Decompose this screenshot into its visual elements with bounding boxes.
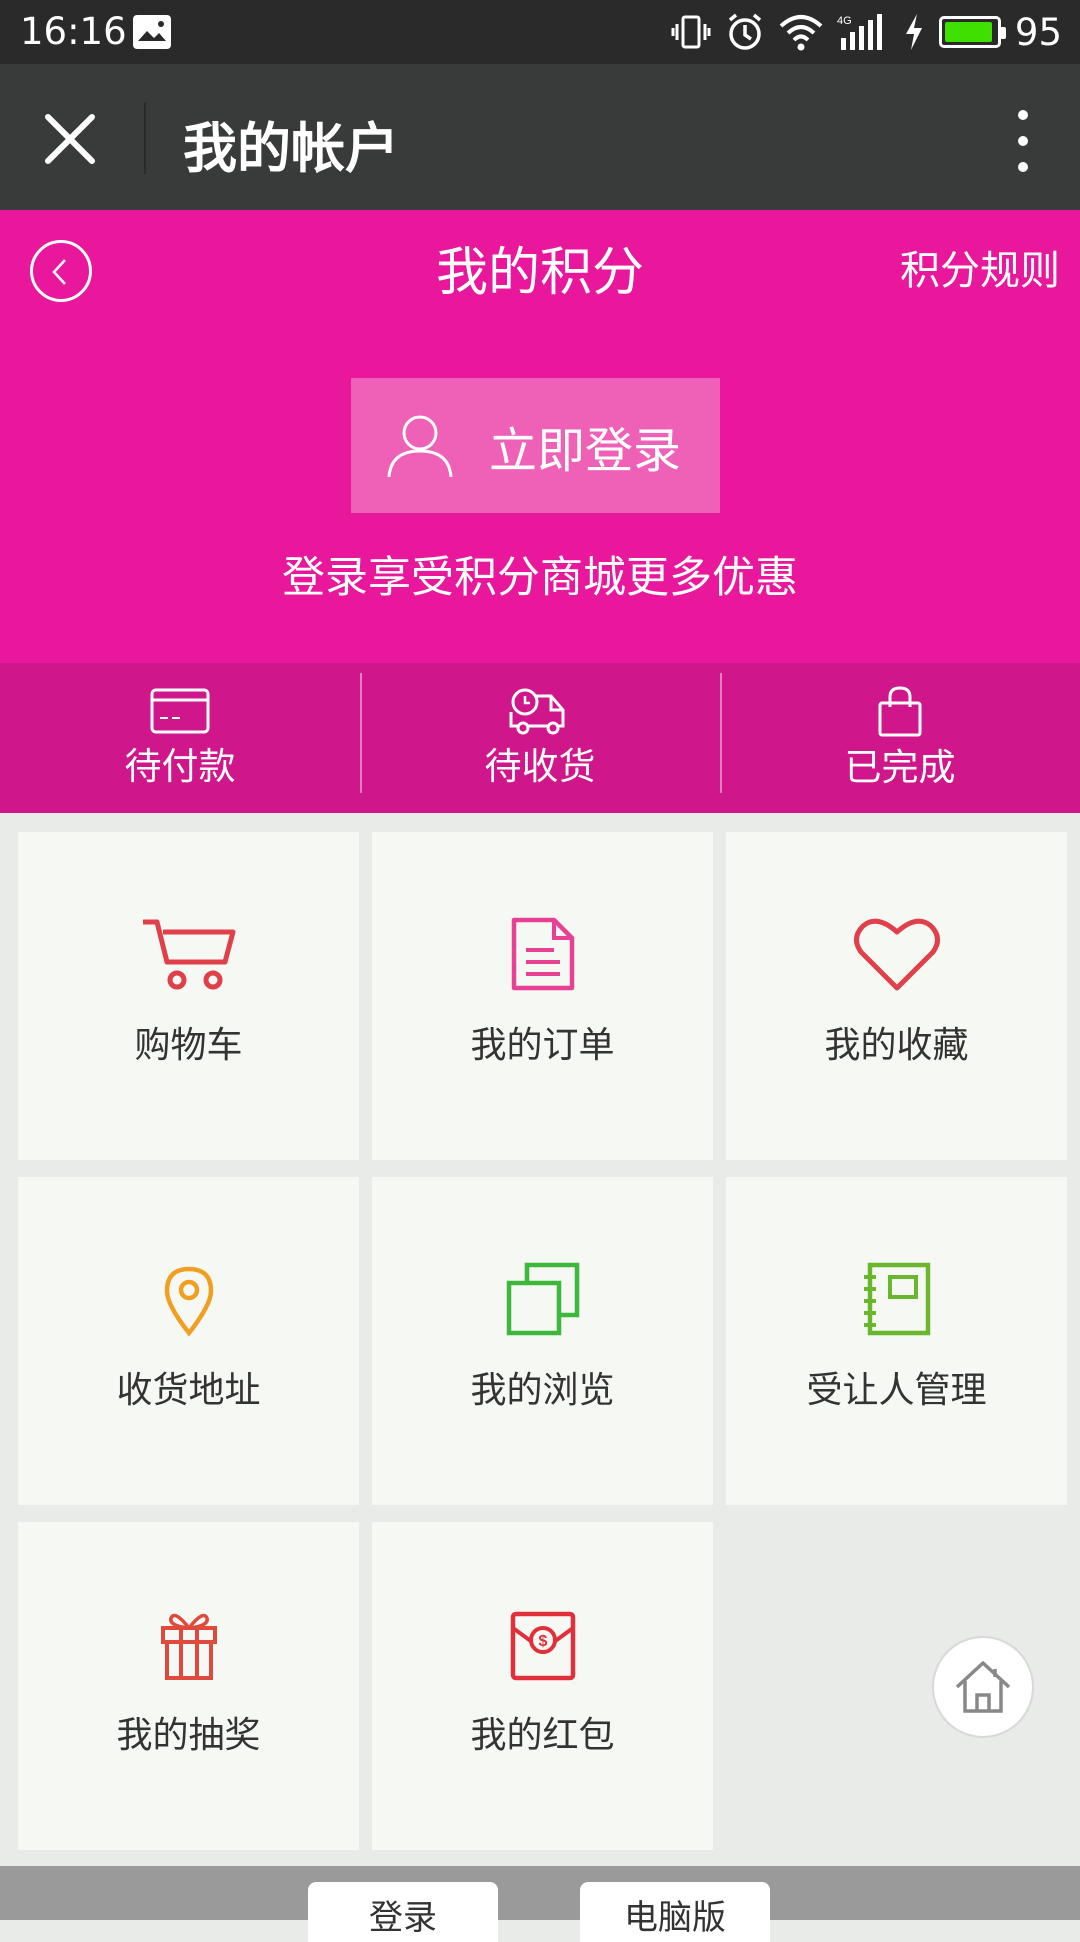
order-status-pending-payment[interactable]: 待付款 [0,663,360,813]
menu-label: 我的浏览 [470,1370,615,1411]
footer-bar: 登录 电脑版 [0,1866,1080,1942]
charging-icon [905,14,922,50]
menu-assignee-management[interactable]: 受让人管理 [726,1177,1067,1505]
menu-shipping-address[interactable]: 收货地址 [18,1177,359,1505]
menu-browse-history[interactable]: 我的浏览 [372,1177,713,1505]
cart-icon [142,919,235,990]
signal-icon: 4G [837,14,882,50]
home-button[interactable] [932,1636,1034,1738]
order-document-icon [511,917,574,991]
menu-lottery[interactable]: 我的抽奖 [18,1522,359,1850]
svg-text:$: $ [538,1633,547,1650]
order-status-label: 已完成 [844,746,956,789]
user-icon [387,415,453,477]
home-icon [955,1661,1011,1713]
alarm-icon [728,13,762,50]
order-status-pending-delivery[interactable]: 待收货 [360,663,720,813]
order-status-label: 待付款 [124,745,236,788]
battery-percent: 95 [1014,10,1062,54]
menu-my-orders[interactable]: 我的订单 [372,832,713,1160]
card-icon [150,688,210,734]
points-rules-link[interactable]: 积分规则 [900,238,1060,296]
network-type: 4G [837,15,852,27]
menu-label: 我的红包 [470,1715,615,1756]
gift-icon [160,1613,217,1680]
footer-login-button[interactable]: 登录 [308,1882,498,1942]
more-vertical-icon[interactable] [1006,106,1040,176]
notebook-icon [863,1262,930,1336]
shopping-bag-icon [878,686,922,737]
battery-icon [938,16,1006,48]
order-status-completed[interactable]: 已完成 [720,663,1080,813]
vibrate-icon [671,15,711,49]
login-now-label: 立即登录 [489,422,682,479]
footer-desktop-version-button[interactable]: 电脑版 [580,1882,770,1942]
menu-red-envelope[interactable]: $ 我的红包 [372,1522,713,1850]
order-status-bar: 待付款 待收货 已完成 [0,663,1080,813]
status-time: 16:16 [20,10,127,53]
close-icon[interactable] [40,109,100,169]
menu-label: 受让人管理 [806,1370,987,1411]
image-icon [133,15,171,49]
login-now-button[interactable]: 立即登录 [351,378,720,513]
points-header: 我的积分 积分规则 立即登录 登录享受积分商城更多优惠 待付款 待收货 已完成 [0,210,1080,813]
wifi-icon [779,15,823,51]
title-divider [144,102,146,174]
heart-icon [853,918,940,991]
delivery-truck-icon [509,688,565,735]
menu-label: 我的抽奖 [116,1715,261,1756]
app-title-bar: 我的帐户 [0,64,1080,210]
menu-favorites[interactable]: 我的收藏 [726,832,1067,1160]
order-status-label: 待收货 [484,745,596,788]
page-title: 我的帐户 [183,117,399,180]
battery-fill [944,22,993,42]
menu-label: 我的订单 [470,1025,615,1066]
red-envelope-icon: $ [510,1611,575,1681]
status-bar: 16:16 4G 95 [0,0,1080,64]
location-pin-icon [164,1266,213,1337]
menu-label: 我的收藏 [824,1025,969,1066]
login-hint: 登录享受积分商城更多优惠 [282,553,798,603]
status-icons: 4G 95 [671,8,1062,56]
browse-history-icon [506,1262,579,1336]
battery: 95 [938,10,1062,54]
menu-label: 购物车 [134,1025,243,1066]
menu-label: 收货地址 [116,1370,261,1411]
menu-cart[interactable]: 购物车 [18,832,359,1160]
